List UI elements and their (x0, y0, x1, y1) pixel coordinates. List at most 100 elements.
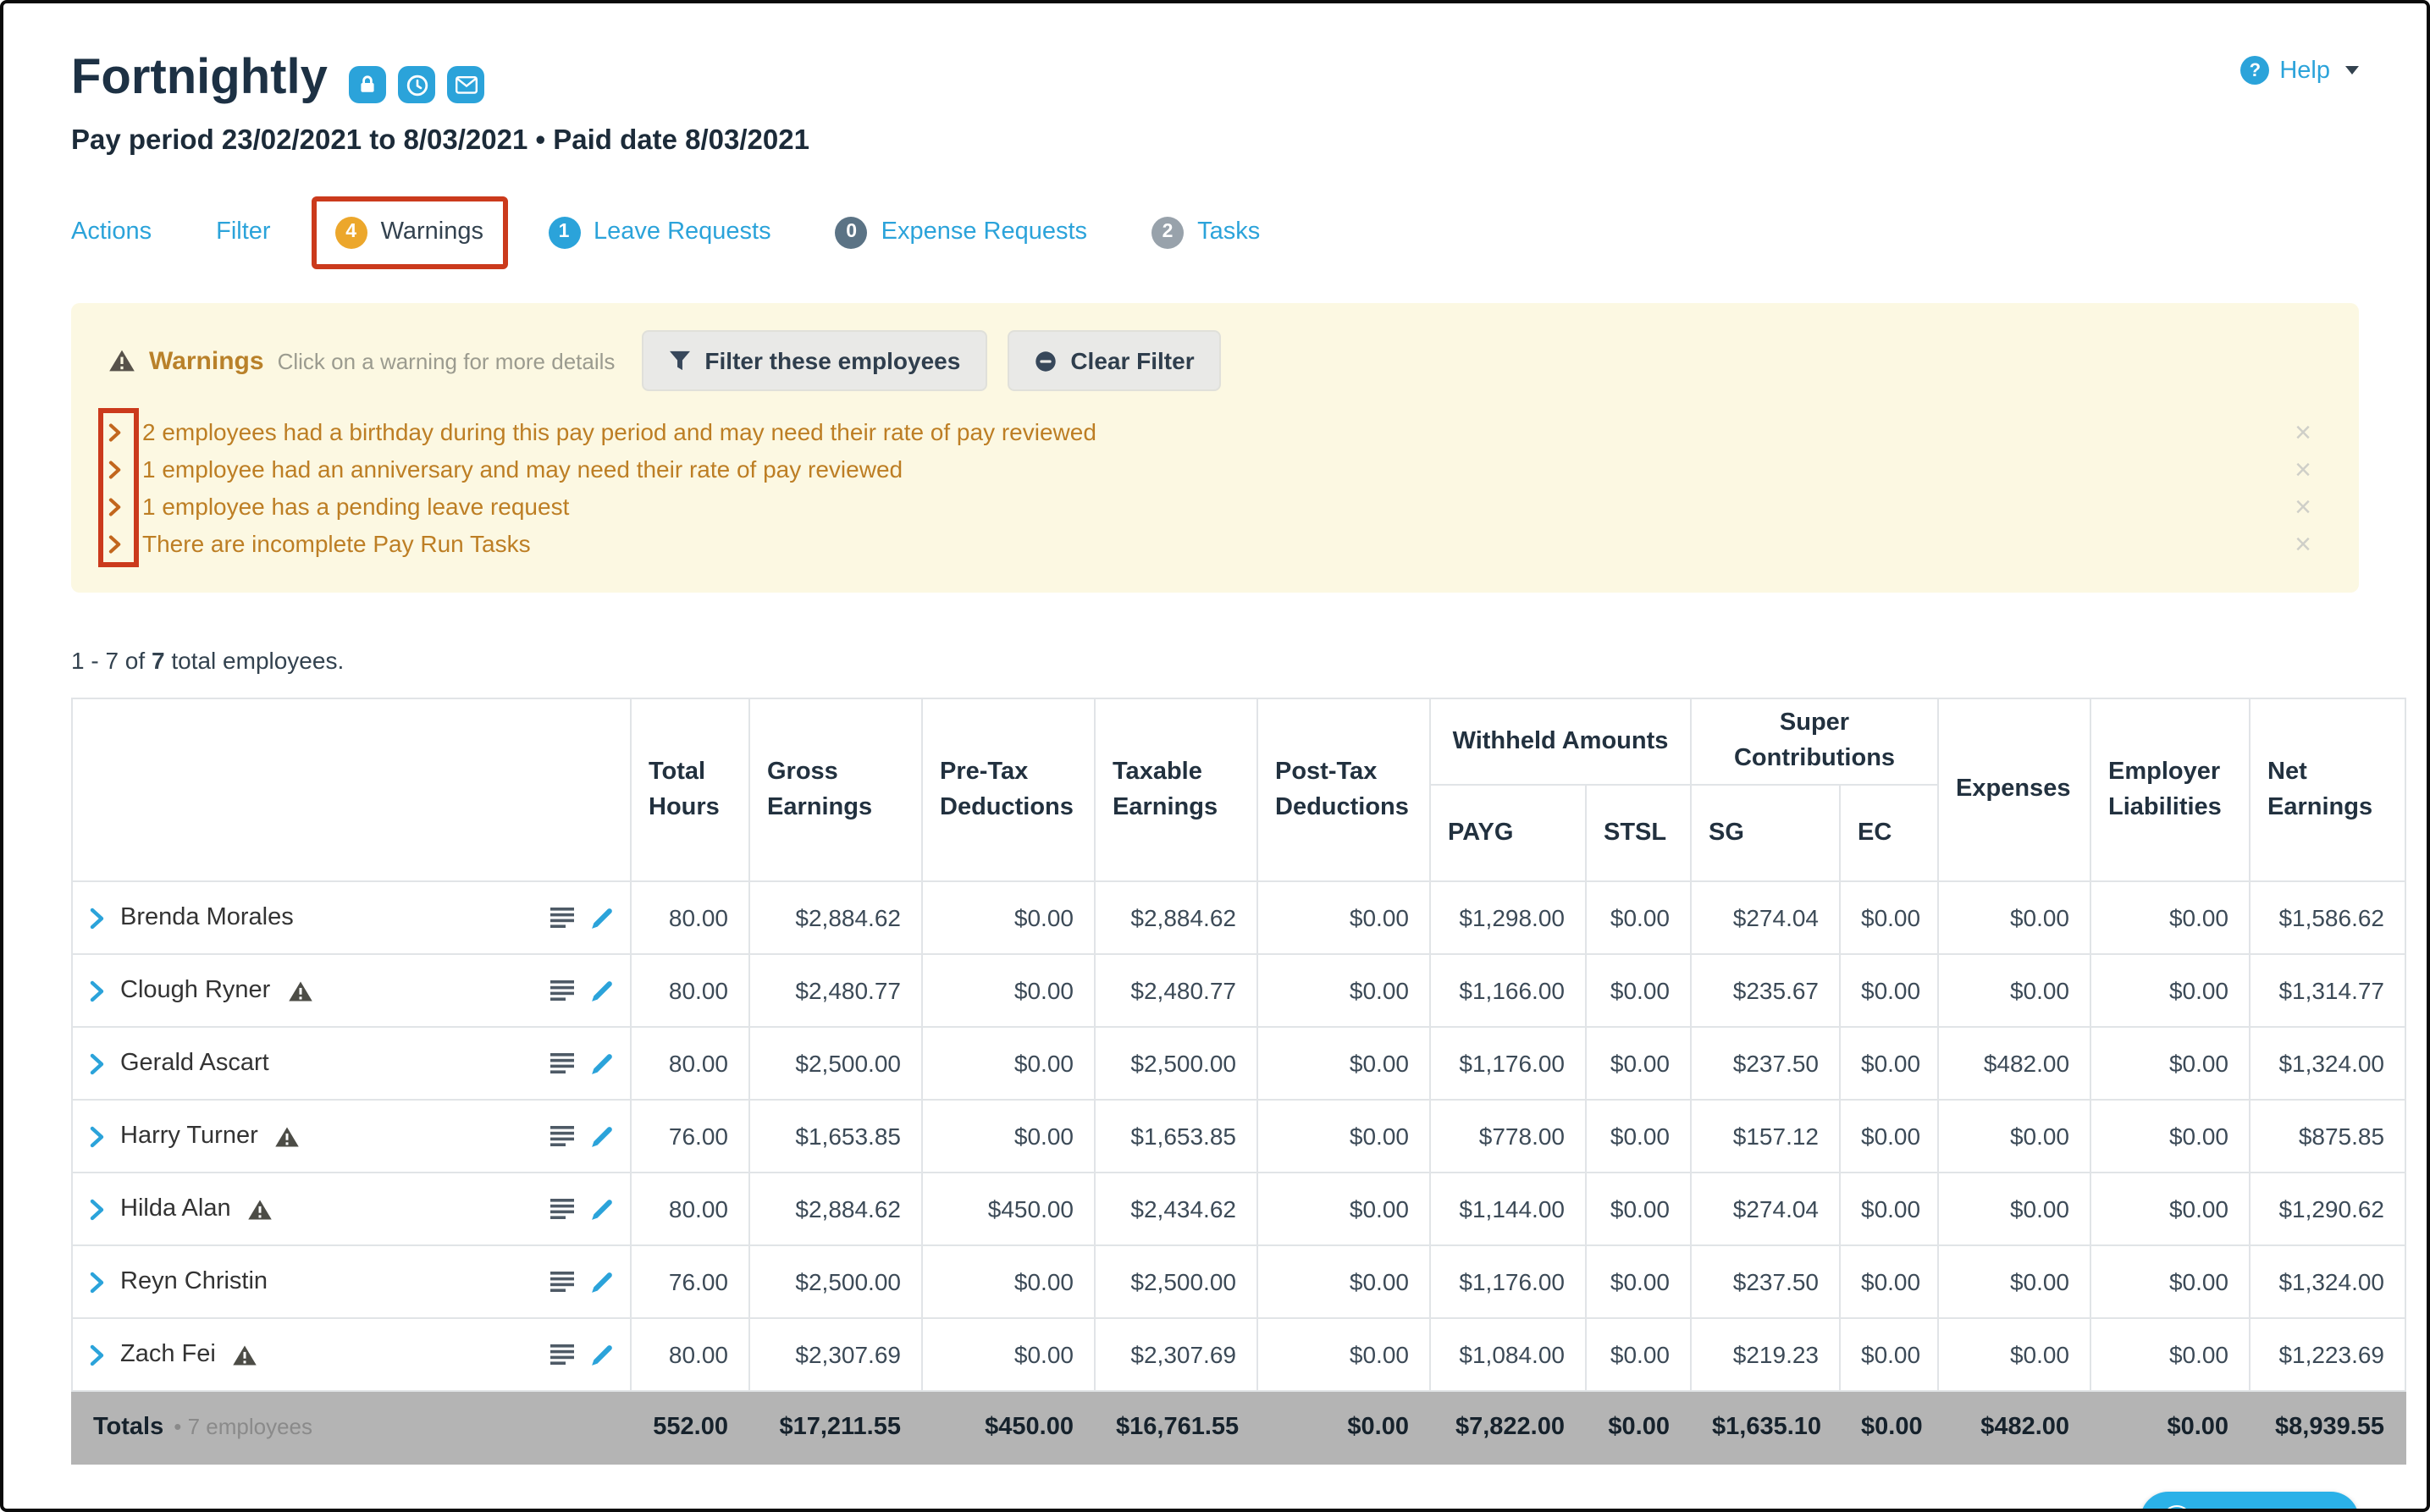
expand-row-icon[interactable] (90, 979, 105, 1002)
page-title: Fortnightly (71, 51, 328, 107)
tab-expense-requests[interactable]: 0Expense Requests (836, 216, 1087, 248)
cell-gross-earnings: $2,500.00 (749, 1245, 922, 1318)
cell-gross-earnings: $2,307.69 (749, 1318, 922, 1391)
notes-icon[interactable] (550, 908, 574, 928)
warning-icon (275, 1125, 301, 1147)
help-menu[interactable]: ? Help (2240, 56, 2359, 85)
warning-text: 1 employee had an anniversary and may ne… (142, 455, 903, 483)
dismiss-warning-icon[interactable]: × (2284, 417, 2322, 446)
cell-employer-liabilities: $0.00 (2090, 881, 2250, 954)
employee-name[interactable]: Reyn Christin (120, 1268, 268, 1295)
mail-icon[interactable] (448, 66, 485, 103)
warning-item[interactable]: 1 employee has a pending leave request × (108, 488, 2322, 525)
notes-icon[interactable] (550, 1199, 574, 1219)
expand-row-icon[interactable] (90, 1125, 105, 1147)
tab-warnings[interactable]: 4Warnings (335, 216, 483, 248)
warning-icon (248, 1198, 273, 1220)
totals-sublabel: • 7 employees (174, 1414, 312, 1439)
edit-pencil-icon[interactable] (591, 1271, 613, 1293)
cell-payg: $1,176.00 (1430, 1245, 1586, 1318)
employee-name[interactable]: Harry Turner (120, 1123, 258, 1150)
cell-total-hours: 80.00 (631, 1318, 749, 1391)
cell-total-hours: 80.00 (631, 1027, 749, 1100)
notes-icon[interactable] (550, 980, 574, 1001)
expand-row-icon[interactable] (90, 1052, 105, 1074)
cell-stsl: $0.00 (1586, 1173, 1691, 1245)
edit-pencil-icon[interactable] (591, 1198, 613, 1220)
cell-taxable-earnings: $2,500.00 (1095, 1245, 1257, 1318)
edit-pencil-icon[interactable] (591, 1344, 613, 1366)
cell-ec: $0.00 (1840, 1027, 1938, 1100)
tab-label: Leave Requests (594, 218, 771, 246)
edit-pencil-icon[interactable] (591, 1052, 613, 1074)
tab-filter[interactable]: Filter (216, 218, 270, 246)
cell-net-earnings: $1,314.77 (2250, 954, 2405, 1027)
employee-count-prefix: 1 - 7 of (71, 647, 145, 674)
chevron-right-icon (108, 534, 142, 553)
tab-leave-requests[interactable]: 1Leave Requests (548, 216, 771, 248)
tab-actions[interactable]: Actions (71, 218, 152, 246)
cell-net-earnings: $1,290.62 (2250, 1173, 2405, 1245)
column-header-sg: SG (1691, 785, 1840, 881)
totals-row: Totals• 7 employees 552.00$17,211.55$450… (72, 1391, 2405, 1464)
cell-expenses: $0.00 (1938, 1318, 2090, 1391)
totals-cell-net-earnings: $8,939.55 (2250, 1391, 2405, 1464)
notes-icon[interactable] (550, 1053, 574, 1073)
employee-name[interactable]: Brenda Morales (120, 904, 294, 931)
warning-item[interactable]: 1 employee had an anniversary and may ne… (108, 450, 2322, 488)
edit-pencil-icon[interactable] (591, 1125, 613, 1147)
column-header-gross-earnings: Gross Earnings (749, 698, 922, 881)
edit-pencil-icon[interactable] (591, 907, 613, 929)
employee-count-suffix: total employees. (171, 647, 344, 674)
column-header-taxable-earnings: Taxable Earnings (1095, 698, 1257, 881)
minus-circle-icon (1035, 350, 1057, 372)
dismiss-warning-icon[interactable]: × (2284, 529, 2322, 558)
cell-post-tax-deductions: $0.00 (1257, 881, 1430, 954)
cell-pre-tax-deductions: $0.00 (922, 881, 1095, 954)
cell-post-tax-deductions: $0.00 (1257, 1100, 1430, 1173)
cell-ec: $0.00 (1840, 1245, 1938, 1318)
expand-row-icon[interactable] (90, 1344, 105, 1366)
employee-name[interactable]: Hilda Alan (120, 1195, 231, 1222)
expand-row-icon[interactable] (90, 1271, 105, 1293)
column-header-pre-tax-deductions: Pre-Tax Deductions (922, 698, 1095, 881)
cell-taxable-earnings: $1,653.85 (1095, 1100, 1257, 1173)
cell-taxable-earnings: $2,480.77 (1095, 954, 1257, 1027)
cell-payg: $1,298.00 (1430, 881, 1586, 954)
expand-row-icon[interactable] (90, 907, 105, 929)
help-label: Help (2279, 57, 2330, 84)
lock-icon[interactable] (350, 66, 387, 103)
tab-tasks[interactable]: 2Tasks (1151, 216, 1260, 248)
clear-filter-button-label: Clear Filter (1070, 347, 1194, 374)
notes-icon[interactable] (550, 1344, 574, 1365)
clock-icon[interactable] (399, 66, 436, 103)
employee-name[interactable]: Gerald Ascart (120, 1050, 269, 1077)
employee-name[interactable]: Clough Ryner (120, 977, 270, 1004)
filter-these-employees-button[interactable]: Filter these employees (642, 330, 987, 391)
clear-filter-button[interactable]: Clear Filter (1008, 330, 1221, 391)
warning-text: 2 employees had a birthday during this p… (142, 418, 1096, 445)
table-body: Brenda Morales80.00$2,884.62$0.00$2,884.… (72, 881, 2405, 1391)
cell-employer-liabilities: $0.00 (2090, 1173, 2250, 1245)
help-icon: ? (2240, 56, 2269, 85)
expand-row-icon[interactable] (90, 1198, 105, 1220)
totals-cell-stsl: $0.00 (1586, 1391, 1691, 1464)
employee-name[interactable]: Zach Fei (120, 1341, 216, 1368)
warning-item[interactable]: 2 employees had a birthday during this p… (108, 413, 2322, 450)
column-header-post-tax-deductions: Post-Tax Deductions (1257, 698, 1430, 881)
dismiss-warning-icon[interactable]: × (2284, 492, 2322, 521)
dismiss-warning-icon[interactable]: × (2284, 455, 2322, 483)
support-button[interactable]: ? Support (2140, 1492, 2359, 1512)
edit-pencil-icon[interactable] (591, 979, 613, 1002)
notes-icon[interactable] (550, 1126, 574, 1146)
warning-item[interactable]: There are incomplete Pay Run Tasks× (108, 525, 2322, 562)
cell-gross-earnings: $2,500.00 (749, 1027, 922, 1100)
column-header-payg: PAYG (1430, 785, 1586, 881)
cell-net-earnings: $1,324.00 (2250, 1027, 2405, 1100)
cell-sg: $157.12 (1691, 1100, 1840, 1173)
cell-net-earnings: $875.85 (2250, 1100, 2405, 1173)
cell-total-hours: 80.00 (631, 881, 749, 954)
notes-icon[interactable] (550, 1272, 574, 1292)
warning-text: 1 employee has a pending leave request (142, 493, 569, 520)
column-header-expenses: Expenses (1938, 698, 2090, 881)
